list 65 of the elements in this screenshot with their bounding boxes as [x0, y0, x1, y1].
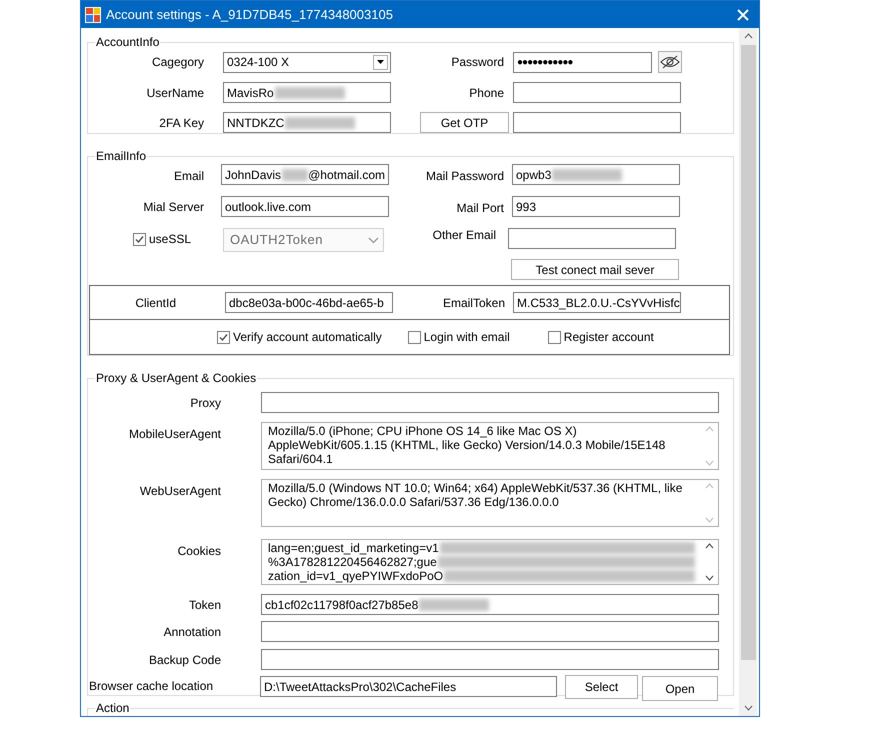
window-title: Account settings - A_91D7DB45_1774348003105 — [106, 6, 394, 24]
field-label: Token — [188, 596, 221, 614]
scroll-down-icon[interactable] — [744, 705, 752, 711]
field-label: Backup Code — [148, 652, 221, 668]
scroll-up-icon[interactable] — [744, 33, 752, 39]
password-field[interactable]: ●●●●●●●●●●● — [513, 52, 652, 72]
text-field[interactable]: cb1cf02c11798f0acf27b85e8 — [261, 594, 719, 615]
text-field[interactable]: D:\TweetAttacksPro\302\CacheFiles — [260, 676, 557, 697]
checkbox-label: Login with email — [424, 329, 510, 346]
scrollbar[interactable] — [739, 28, 757, 716]
field-label: ClientId — [134, 295, 176, 312]
text-field[interactable]: NNTDKZC — [223, 112, 391, 133]
text-field[interactable] — [261, 392, 719, 413]
text-area[interactable]: lang=en;guest_id_marketing=v1 %3A178281220456462827;gue zation_id=v1_qyePYIWFxdoPoO — [261, 539, 719, 585]
group-title: AccountInfo — [95, 35, 160, 49]
checkbox[interactable] — [408, 330, 421, 344]
field-label: WebUserAgent — [138, 483, 221, 500]
checkbox[interactable] — [133, 232, 146, 246]
text-field[interactable]: M.C533_BL2.0.U.-CsYVvHisfc — [513, 292, 681, 313]
checkbox[interactable] — [548, 330, 561, 344]
checkbox-label: useSSL — [149, 231, 192, 248]
eye-slash-icon[interactable] — [658, 51, 682, 73]
text-field[interactable]: dbc8e03a-b00c-46bd-ae65-b — [225, 292, 393, 313]
field-label: Browser cache location — [88, 678, 214, 695]
group-title: Proxy & UserAgent & Cookies — [95, 371, 258, 385]
field-label: Annotation — [162, 624, 221, 640]
scroll-down-icon[interactable] — [705, 575, 714, 581]
group-title: EmailInfo — [95, 149, 148, 163]
field-label: Password — [450, 54, 504, 71]
dropdown[interactable]: 0324-100 X — [223, 52, 391, 72]
button[interactable]: Get OTP — [420, 112, 509, 133]
checkbox[interactable] — [217, 330, 230, 344]
field-label: Cagegory — [150, 54, 204, 71]
button[interactable]: Test conect mail sever — [511, 259, 679, 280]
text-field[interactable] — [513, 82, 681, 103]
field-label: Mail Password — [424, 168, 504, 185]
close-icon[interactable] — [737, 8, 749, 20]
text-field[interactable]: MavisRo — [223, 82, 391, 103]
field-label: 2FA Key — [158, 114, 204, 132]
text-field[interactable] — [261, 621, 719, 642]
text-field[interactable]: opwb3 — [512, 164, 680, 185]
text-field[interactable]: JohnDavis @hotmail.com — [221, 164, 389, 185]
checkbox-label: Register account — [564, 329, 654, 346]
field-label: EmailToken — [442, 294, 505, 312]
field-label: MobileUserAgent — [128, 426, 221, 443]
group-title: Action — [95, 701, 130, 715]
app-icon — [85, 6, 101, 22]
text-field[interactable]: 993 — [512, 196, 680, 217]
field-label: Email — [172, 168, 204, 185]
field-label: UserName — [146, 84, 204, 102]
button[interactable]: Select — [565, 675, 638, 699]
field-label: Phone — [468, 84, 504, 102]
field-label: Proxy — [189, 394, 221, 412]
field-label: Other Email — [432, 227, 496, 244]
text-field[interactable]: outlook.live.com — [221, 196, 389, 217]
field-label: Cookies — [176, 543, 221, 560]
text-field[interactable] — [513, 112, 681, 133]
checkbox-label: Verify account automatically — [233, 329, 382, 346]
scrollbar-thumb[interactable] — [740, 45, 756, 660]
text-field[interactable] — [261, 649, 719, 670]
scroll-up-icon[interactable] — [705, 543, 714, 549]
button[interactable]: Open — [642, 676, 718, 701]
field-label: Mial Server — [142, 198, 204, 216]
field-label: Mail Port — [456, 200, 504, 217]
text-field[interactable] — [508, 228, 676, 249]
